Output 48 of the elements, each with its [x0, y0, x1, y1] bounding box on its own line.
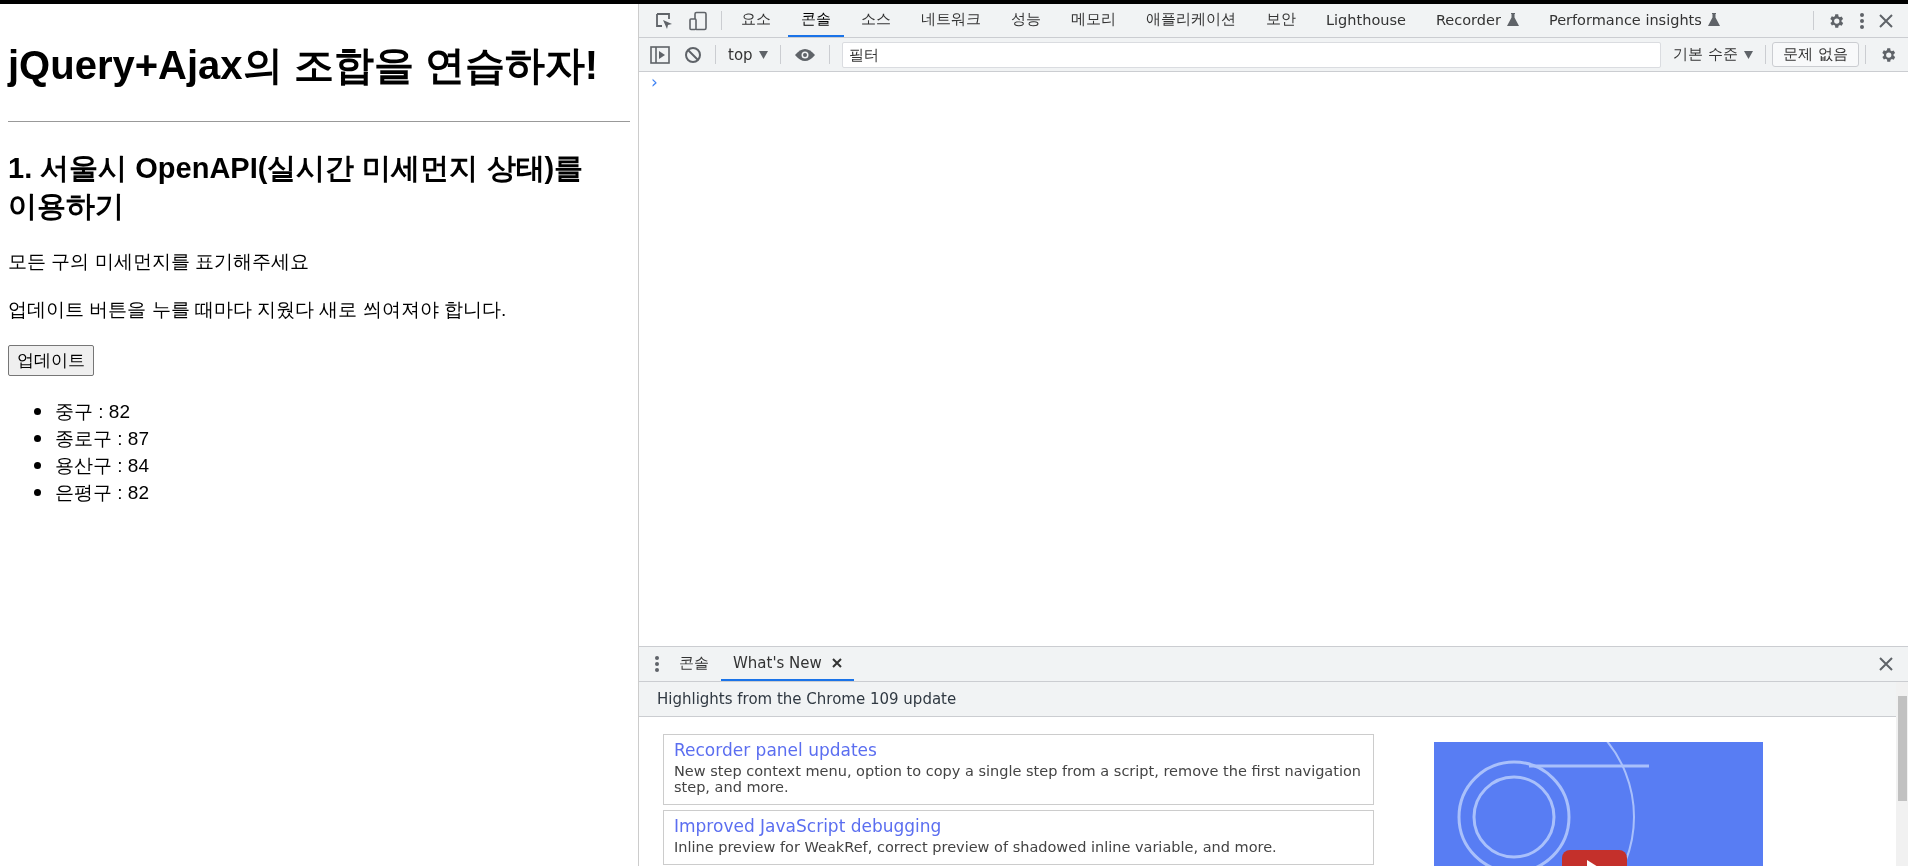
feature-description: New step context menu, option to copy a single step from a script, remove the first navigation step, and more.: [674, 764, 1363, 796]
devtools-tab[interactable]: 보안: [1253, 4, 1309, 37]
highlights-heading: Highlights from the Chrome 109 update: [657, 690, 957, 708]
issues-button[interactable]: 문제 없음: [1772, 42, 1859, 67]
clear-console-icon[interactable]: [684, 45, 702, 64]
context-dropdown[interactable]: top: [722, 45, 774, 64]
devtools-tab[interactable]: 메모리: [1058, 4, 1129, 37]
more-options-icon[interactable]: [654, 655, 660, 673]
devtools-tab[interactable]: Performance insights: [1535, 4, 1733, 37]
paragraph: 모든 구의 미세먼지를 표기해주세요: [8, 250, 310, 275]
devtools-tab[interactable]: Recorder: [1422, 4, 1532, 37]
device-icon[interactable]: [688, 10, 708, 31]
devtools-tab[interactable]: Lighthouse: [1313, 4, 1419, 37]
devtools-tab[interactable]: 네트워크: [908, 4, 994, 37]
more-options-icon[interactable]: [1859, 11, 1865, 30]
bullet-icon: [34, 462, 41, 470]
filter-field[interactable]: 필터: [841, 41, 1662, 68]
drawer-tab[interactable]: 콘솔: [667, 647, 721, 681]
devtools-tab[interactable]: 성능: [998, 4, 1054, 37]
close-icon[interactable]: [1879, 13, 1893, 28]
log-levels-dropdown[interactable]: 기본 수준: [1667, 45, 1760, 64]
feature-link[interactable]: Improved JavaScript debugging: [674, 815, 1363, 836]
list-item: 용산구 : 84: [55, 453, 149, 478]
eye-icon[interactable]: [793, 47, 816, 62]
sidebar-toggle-icon[interactable]: [650, 45, 670, 64]
feature-link[interactable]: Recorder panel updates: [674, 740, 1363, 760]
update-button[interactable]: 업데이트: [8, 345, 94, 377]
console-prompt: ›: [651, 72, 658, 92]
caret-icon: [758, 50, 768, 59]
bullet-icon: [34, 489, 41, 497]
list-item: 종로구 : 87: [55, 426, 149, 451]
section-title: 1. 서울시 OpenAPI(실시간 미세먼지 상태)를 이용하기: [8, 151, 585, 224]
paragraph: 업데이트 버튼을 누를 때마다 지웠다 새로 씌여져야 합니다.: [8, 298, 508, 323]
inspect-cursor-icon[interactable]: [654, 10, 674, 31]
bullet-icon: [34, 435, 41, 443]
bullet-icon: [34, 408, 41, 416]
close-icon[interactable]: [831, 658, 842, 668]
caret-icon: [1744, 50, 1754, 59]
devtools-tab[interactable]: 애플리케이션: [1133, 4, 1249, 37]
feature-description: Inline preview for WeakRef, correct preview of shadowed inline variable, and more.: [674, 839, 1278, 856]
video-thumbnail[interactable]: [1434, 742, 1763, 866]
list-item: 중구 : 82: [55, 399, 130, 424]
page-title: jQuery+Ajax의 조합을 연습하자!: [8, 42, 600, 89]
devtools-tab[interactable]: 요소: [728, 4, 784, 37]
list-item: 은평구 : 82: [55, 480, 149, 505]
devtools-tab[interactable]: 소스: [848, 4, 904, 37]
close-icon[interactable]: [1879, 657, 1893, 671]
scrollbar[interactable]: [1896, 682, 1908, 866]
